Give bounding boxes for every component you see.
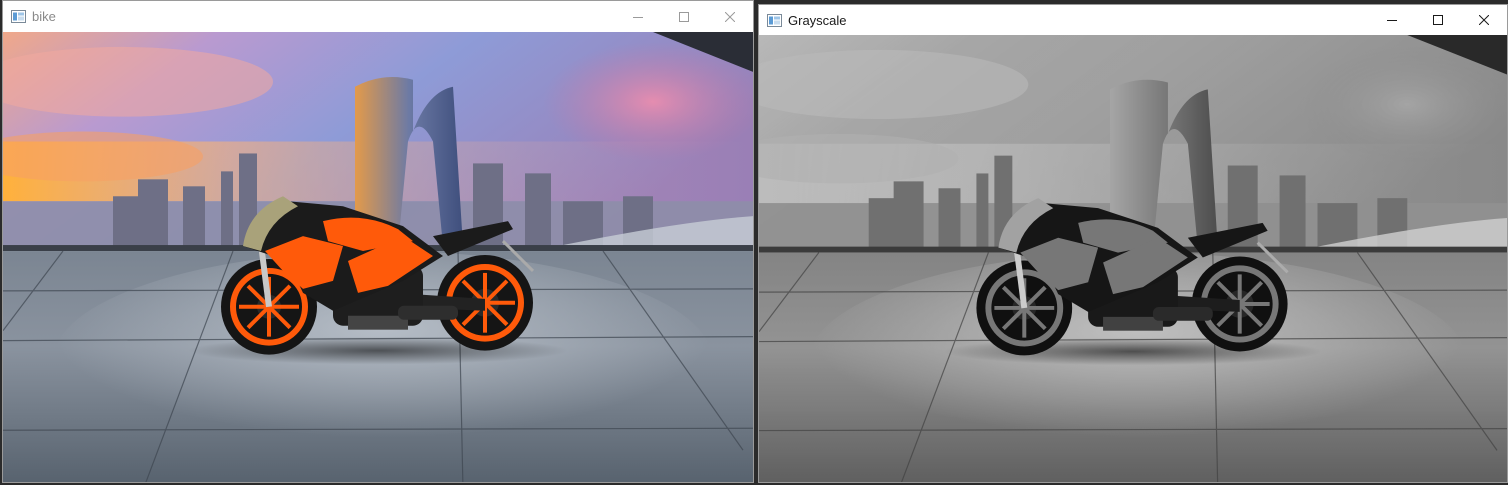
minimize-icon: [633, 16, 643, 18]
title-bar[interactable]: bike: [3, 1, 753, 32]
maximize-icon: [679, 11, 689, 22]
grayscale-bike-image: [759, 35, 1507, 482]
maximize-button[interactable]: [1415, 5, 1461, 35]
window-controls: [1369, 5, 1507, 35]
maximize-button[interactable]: [661, 1, 707, 32]
close-button[interactable]: [1461, 5, 1507, 35]
image-canvas[interactable]: [3, 32, 753, 482]
maximize-icon: [1433, 15, 1443, 25]
bike-image: [3, 32, 753, 482]
title-bar[interactable]: Grayscale: [759, 5, 1507, 35]
image-window-bike[interactable]: bike: [2, 0, 754, 483]
minimize-icon: [1387, 20, 1397, 21]
close-icon: [725, 11, 735, 22]
image-canvas[interactable]: [759, 35, 1507, 482]
close-icon: [1479, 15, 1489, 25]
close-button[interactable]: [707, 1, 753, 32]
image-window-grayscale[interactable]: Grayscale: [758, 4, 1508, 483]
window-title: Grayscale: [788, 12, 847, 28]
minimize-button[interactable]: [1369, 5, 1415, 35]
opencv-window-icon: [767, 13, 782, 27]
minimize-button[interactable]: [615, 1, 661, 32]
window-controls: [615, 1, 753, 32]
window-title: bike: [32, 9, 56, 24]
opencv-window-icon: [11, 10, 26, 23]
